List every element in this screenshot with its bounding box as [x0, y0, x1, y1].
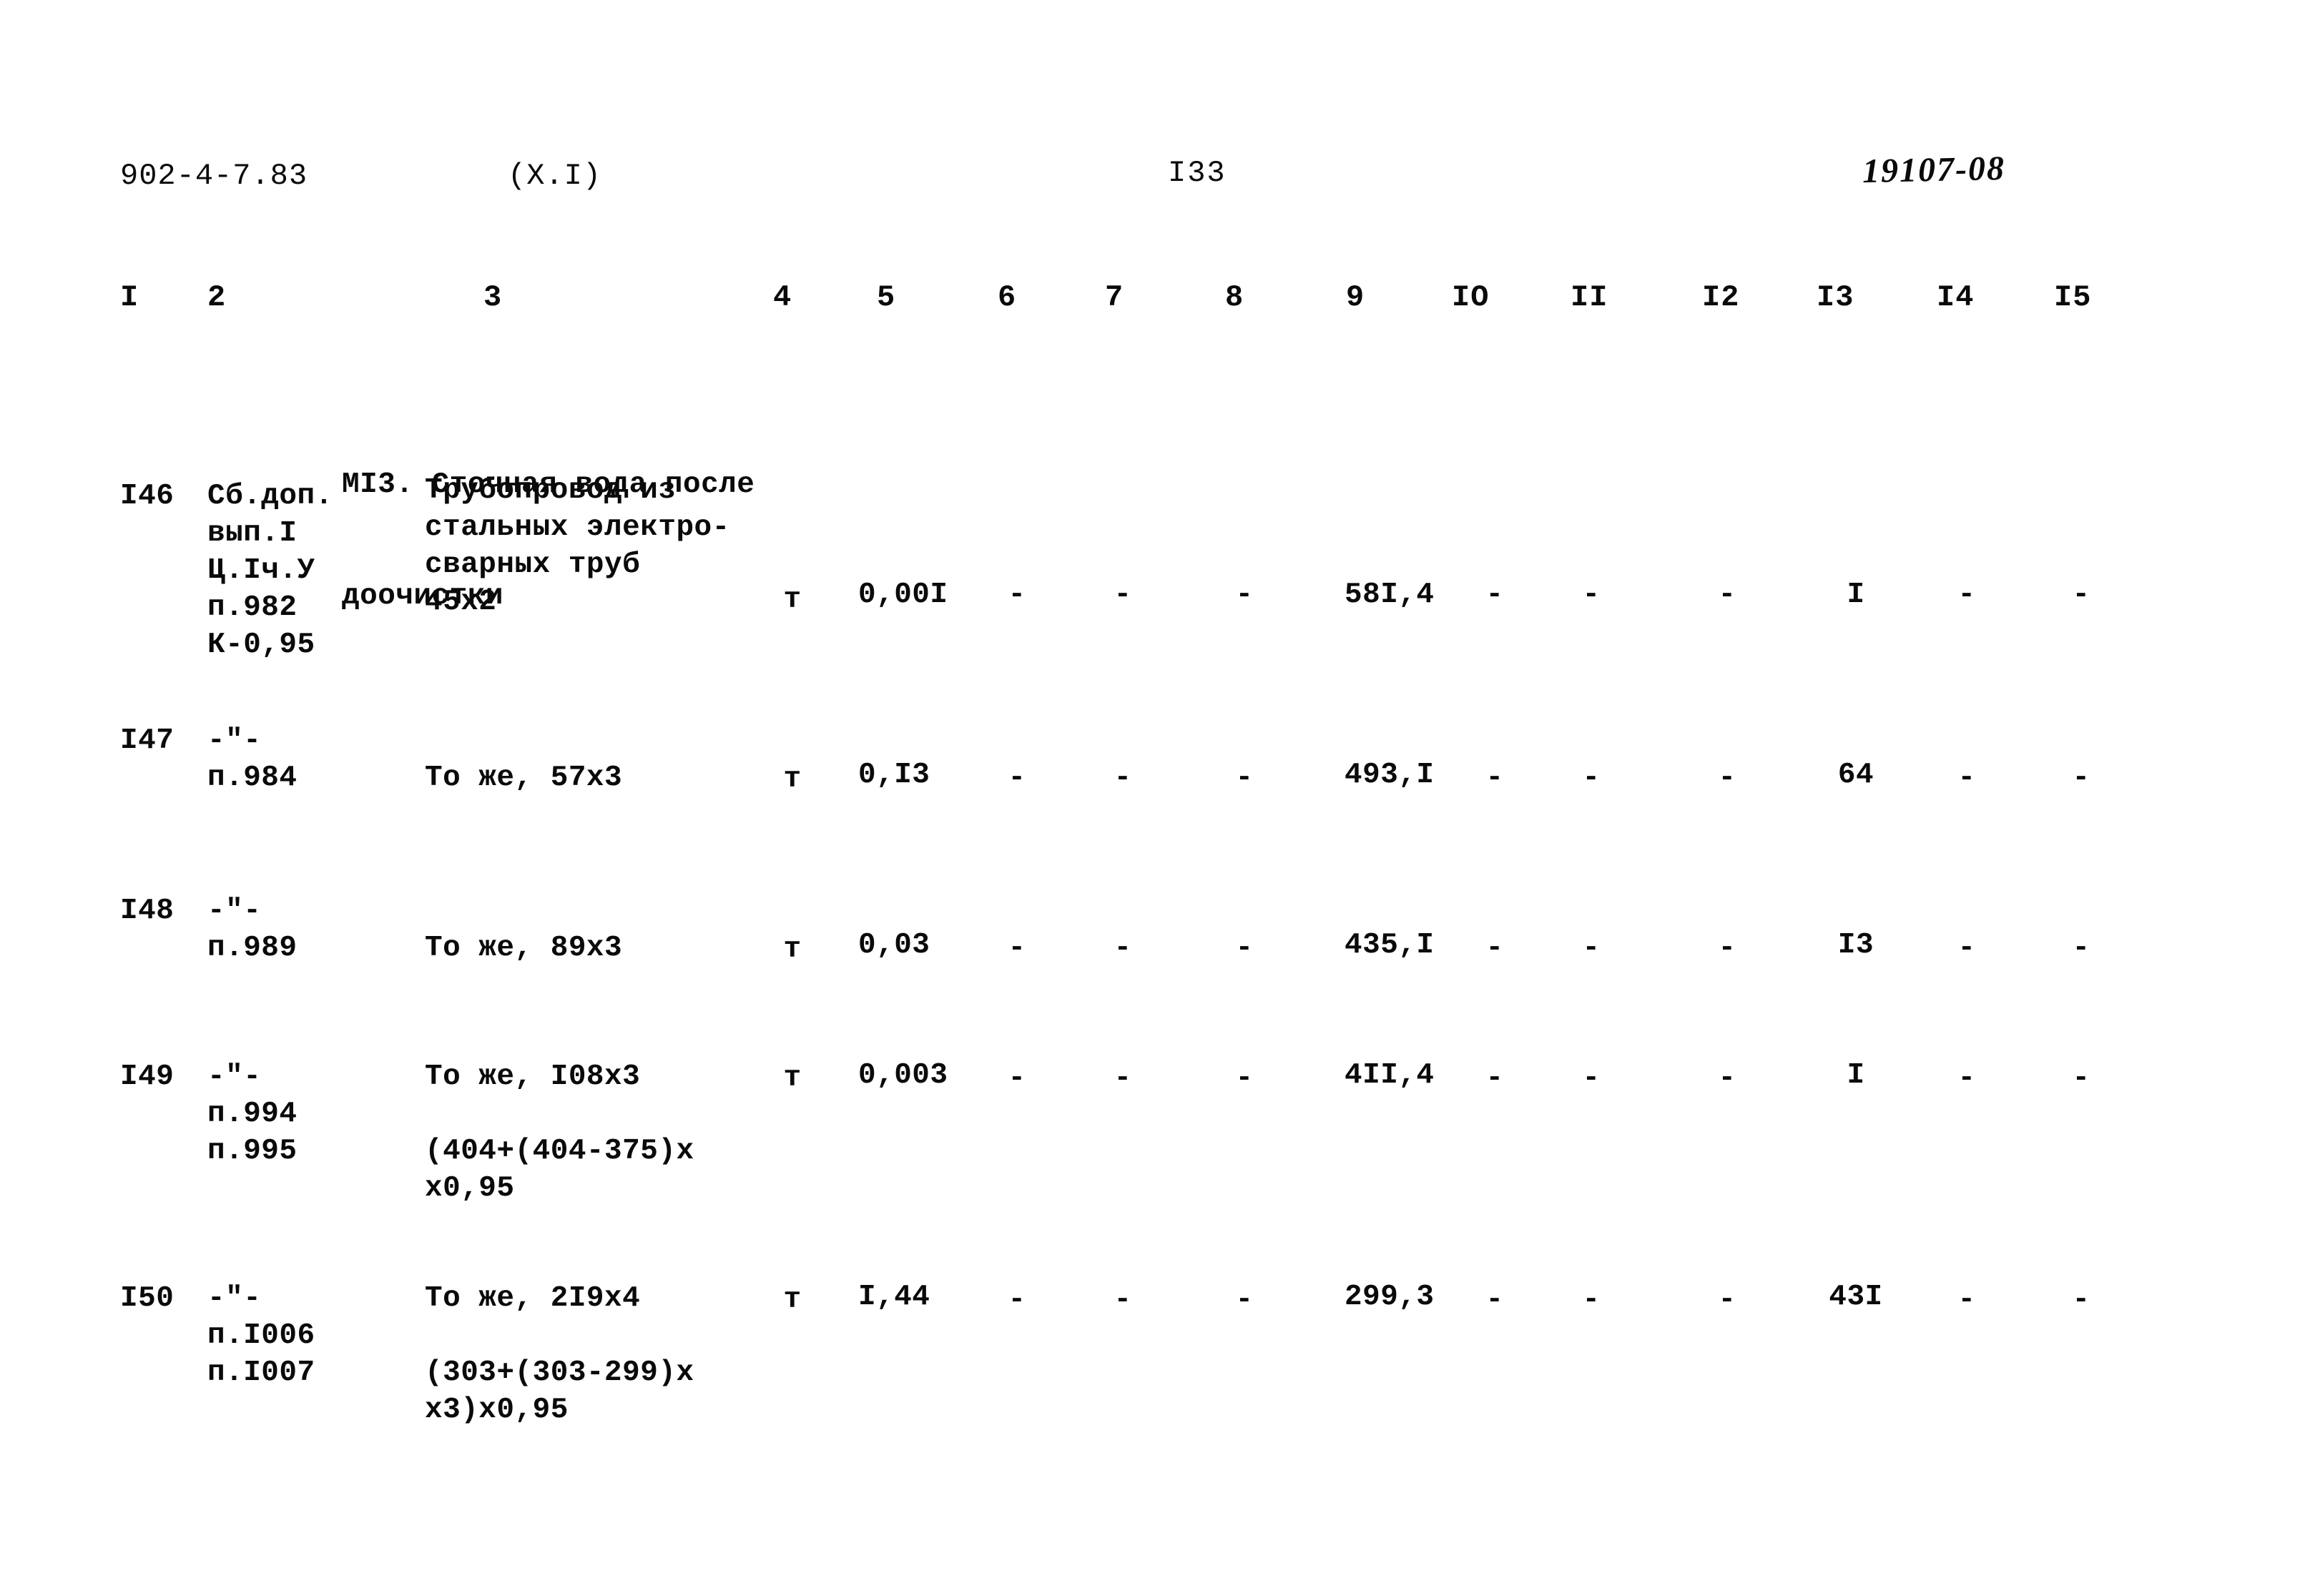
- row-col11: -: [1582, 578, 1601, 611]
- row-quantity: 0,003: [858, 1059, 948, 1092]
- document-code: 902-4-7.83: [120, 159, 308, 193]
- row-col12: -: [1718, 762, 1736, 794]
- row-unit: т: [783, 1284, 802, 1316]
- row-col13: I: [1847, 578, 1865, 611]
- archive-stamp: 19107-08: [1862, 149, 2006, 191]
- row-col7: -: [1114, 932, 1132, 965]
- row-col15: -: [2072, 1284, 2090, 1316]
- row-number: I49: [120, 1060, 175, 1093]
- row-col8: -: [1235, 578, 1254, 611]
- row-col10: -: [1485, 1062, 1504, 1095]
- column-number-11: II: [1571, 280, 1608, 315]
- row-col6: -: [1008, 932, 1026, 965]
- row-justification: -"- п.994 п.995: [207, 1060, 298, 1168]
- column-number-4: 4: [773, 280, 792, 315]
- column-number-15: I5: [2054, 280, 2092, 315]
- row-col8: -: [1235, 932, 1254, 965]
- column-number-2: 2: [207, 280, 227, 315]
- row-col9: 58I,4: [1345, 578, 1435, 611]
- row-unit: т: [783, 763, 802, 796]
- column-number-13: I3: [1817, 280, 1854, 315]
- column-number-10: IO: [1452, 280, 1490, 315]
- row-col9: 435,I: [1345, 929, 1435, 962]
- column-number-14: I4: [1937, 280, 1975, 315]
- row-number: I47: [120, 724, 175, 757]
- row-description: То же, 57х3: [425, 762, 623, 794]
- row-col13: 64: [1837, 759, 1874, 792]
- row-col10: -: [1485, 578, 1504, 611]
- column-number-1: I: [120, 280, 139, 315]
- row-col14: -: [1957, 578, 1976, 611]
- row-col11: -: [1582, 932, 1601, 965]
- row-description: То же, 89х3: [425, 932, 623, 965]
- column-number-7: 7: [1105, 280, 1124, 315]
- table-column-numbers: I 2 3 4 5 6 7 8 9 IO II I2 I3 I4 I5: [0, 280, 2300, 323]
- column-number-8: 8: [1225, 280, 1244, 315]
- row-unit: т: [783, 933, 802, 966]
- row-col12: -: [1718, 932, 1736, 965]
- row-col6: -: [1008, 762, 1026, 794]
- row-justification: -"- п.I006 п.I007: [207, 1282, 315, 1389]
- row-col11: -: [1582, 1284, 1601, 1316]
- row-col15: -: [2072, 1062, 2090, 1095]
- row-description: То же, I08х3 (404+(404-375)х х0,95: [425, 1060, 694, 1205]
- row-quantity: 0,00I: [858, 578, 948, 611]
- row-col6: -: [1008, 1062, 1026, 1095]
- row-col14: -: [1957, 1284, 1976, 1316]
- row-col7: -: [1114, 578, 1132, 611]
- row-col14: -: [1957, 762, 1976, 794]
- row-col15: -: [2072, 578, 2090, 611]
- row-col14: -: [1957, 1062, 1976, 1095]
- row-unit: т: [783, 1062, 802, 1095]
- row-col11: -: [1582, 762, 1601, 794]
- row-col13: I: [1847, 1059, 1865, 1092]
- row-col13: 43I: [1829, 1281, 1883, 1314]
- chapter-label: (X.I): [508, 159, 602, 193]
- table-top-rule: - - - - - - - - - - - - - - - - - - - - …: [114, 266, 2163, 273]
- row-col14: -: [1957, 932, 1976, 965]
- page-number: I33: [1168, 156, 1227, 190]
- row-col7: -: [1114, 1062, 1132, 1095]
- column-number-3: 3: [483, 280, 503, 315]
- row-col9: 4II,4: [1345, 1059, 1435, 1092]
- row-quantity: 0,I3: [858, 759, 930, 792]
- row-col10: -: [1485, 1284, 1504, 1316]
- row-col8: -: [1235, 1062, 1254, 1095]
- document-page: 902-4-7.83 (X.I) I33 19107-08 - - - - - …: [0, 0, 2300, 1596]
- row-col8: -: [1235, 1284, 1254, 1316]
- row-col7: -: [1114, 762, 1132, 794]
- row-col6: -: [1008, 578, 1026, 611]
- row-number: I50: [120, 1282, 175, 1315]
- column-number-6: 6: [998, 280, 1017, 315]
- row-unit: т: [783, 583, 802, 616]
- row-description: То же, 2I9х4 (303+(303-299)х х3)х0,95: [425, 1282, 694, 1427]
- row-col10: -: [1485, 932, 1504, 965]
- column-number-5: 5: [877, 280, 896, 315]
- row-col6: -: [1008, 1284, 1026, 1316]
- column-number-12: I2: [1702, 280, 1740, 315]
- row-col11: -: [1582, 1062, 1601, 1095]
- column-number-9: 9: [1346, 280, 1365, 315]
- row-col12: -: [1718, 1062, 1736, 1095]
- row-description: Трубопровод из стальных электро- сварных…: [425, 474, 730, 619]
- row-col10: -: [1485, 762, 1504, 794]
- row-col9: 299,3: [1345, 1281, 1435, 1314]
- row-justification: -"- п.989: [207, 895, 298, 965]
- row-number: I48: [120, 895, 175, 927]
- table-header-bottom-rule: - - - - - - - - - - - - - - - - - - - - …: [114, 336, 2163, 343]
- row-col9: 493,I: [1345, 759, 1435, 792]
- row-col12: -: [1718, 578, 1736, 611]
- row-col15: -: [2072, 932, 2090, 965]
- row-justification: Сб.доп. вып.I Ц.Iч.У п.982 К-0,95: [207, 480, 333, 661]
- row-col7: -: [1114, 1284, 1132, 1316]
- document-header: 902-4-7.83 (X.I) I33 19107-08: [0, 149, 2300, 202]
- row-justification: -"- п.984: [207, 724, 298, 794]
- row-col8: -: [1235, 762, 1254, 794]
- row-number: I46: [120, 480, 175, 513]
- row-col12: -: [1718, 1284, 1736, 1316]
- row-quantity: I,44: [858, 1281, 930, 1314]
- row-col13: I3: [1837, 929, 1874, 962]
- row-quantity: 0,03: [858, 929, 930, 962]
- row-col15: -: [2072, 762, 2090, 794]
